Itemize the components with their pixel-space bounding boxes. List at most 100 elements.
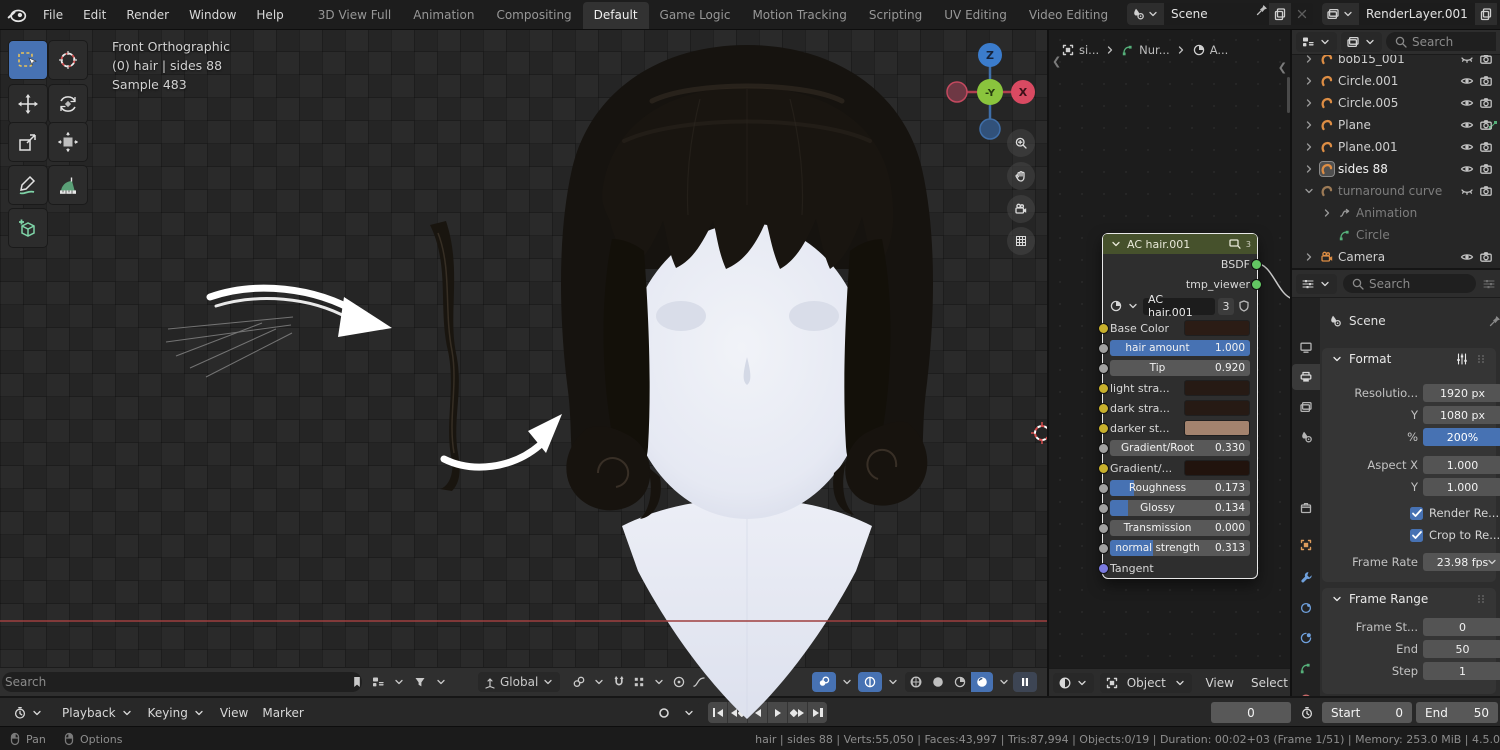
shader-editor[interactable]: ❮ si... Nur... A... ❮ AC hair.001 3 BSDF… [1047, 29, 1292, 696]
ortho-toggle-button[interactable] [1007, 227, 1035, 255]
hide-in-viewport-toggle[interactable] [1460, 250, 1474, 264]
keying-dropdown[interactable] [677, 703, 701, 723]
value-field[interactable]: 1 [1423, 662, 1500, 680]
menu-file[interactable]: File [34, 4, 72, 26]
tool-move[interactable] [8, 84, 48, 124]
menu-select[interactable]: Select [1247, 676, 1292, 690]
chevron-down-icon[interactable] [1109, 237, 1123, 251]
value-field[interactable]: 200% [1423, 428, 1500, 446]
chevron-down-icon[interactable] [840, 675, 854, 689]
shader-type-dropdown[interactable]: Object [1100, 673, 1192, 693]
properties-tab-view-layer[interactable] [1292, 394, 1320, 420]
chevron-down-icon[interactable] [1126, 299, 1140, 313]
outliner-item-circle[interactable]: Circle [1292, 224, 1500, 246]
zoom-button[interactable] [1007, 129, 1035, 157]
outliner-filter-dropdown[interactable] [1341, 32, 1382, 52]
input-socket[interactable] [1098, 523, 1109, 534]
tool-rotate[interactable] [48, 84, 88, 124]
editor-type-icon[interactable] [371, 675, 385, 689]
display-mode-dropdown[interactable] [1296, 32, 1337, 52]
value-field[interactable]: 50 [1423, 640, 1500, 658]
pin-icon[interactable] [1488, 314, 1500, 328]
next-keyframe-button[interactable] [788, 702, 807, 723]
gizmo-toggle[interactable] [812, 672, 836, 692]
menu-help[interactable]: Help [247, 4, 292, 26]
expand-icon[interactable] [1302, 162, 1316, 176]
shading-dropdown-icon[interactable] [997, 672, 1011, 692]
proportional-edit-icon[interactable] [672, 675, 686, 689]
slider-gradient-root[interactable]: Gradient/Root0.330 [1110, 440, 1250, 456]
input-socket[interactable] [1098, 503, 1109, 514]
workspace-tab-video-editing[interactable]: Video Editing [1018, 2, 1119, 29]
timeline-menu-playback[interactable]: Playback [56, 702, 140, 723]
hide-in-viewport-toggle[interactable] [1460, 162, 1474, 176]
checkbox-crop-to-re[interactable]: Crop to Re... [1410, 526, 1500, 544]
color-swatch[interactable] [1184, 320, 1250, 336]
disable-in-renders-toggle[interactable] [1479, 162, 1493, 176]
slider-hair-amount[interactable]: hair amount1.000 [1110, 340, 1250, 356]
slider-glossy[interactable]: Glossy0.134 [1110, 500, 1250, 516]
outliner-item-circle-001[interactable]: Circle.001 [1292, 70, 1500, 92]
node-header[interactable]: AC hair.001 3 [1103, 234, 1257, 254]
color-swatch[interactable] [1184, 380, 1250, 396]
output-socket[interactable] [1251, 259, 1262, 270]
properties-tab-constraints[interactable] [1292, 625, 1320, 651]
input-socket[interactable] [1098, 383, 1109, 394]
grip-icon[interactable] [1474, 592, 1488, 606]
slider-tip[interactable]: Tip0.920 [1110, 360, 1250, 376]
hide-in-viewport-toggle[interactable] [1460, 74, 1474, 88]
chevron-down-icon[interactable] [1330, 352, 1344, 366]
shading-solid-button[interactable] [927, 672, 949, 692]
input-socket[interactable] [1098, 343, 1109, 354]
properties-tab-object[interactable] [1292, 532, 1320, 558]
properties-tab-world[interactable] [1292, 455, 1320, 481]
jump-to-start-button[interactable] [708, 702, 727, 723]
disable-in-renders-toggle[interactable] [1479, 184, 1493, 198]
snap-target-icon[interactable] [572, 675, 586, 689]
browse-scene-button[interactable] [1127, 3, 1164, 25]
menu-view[interactable]: View [1198, 676, 1240, 690]
pan-button[interactable] [1007, 162, 1035, 190]
collapse-region-icon[interactable]: ❮ [1278, 61, 1287, 74]
input-socket[interactable] [1098, 323, 1109, 334]
workspace-tab-uv-editing[interactable]: UV Editing [933, 2, 1018, 29]
timeline-menu-view[interactable]: View [214, 702, 254, 723]
frame-start-field[interactable]: Start0 [1322, 702, 1412, 723]
workspace-tab-animation[interactable]: Animation [402, 2, 485, 29]
view-layer-name[interactable]: RenderLayer.001 [1359, 3, 1475, 25]
pause-render-button[interactable] [1013, 672, 1037, 692]
outliner-item-circle-005[interactable]: Circle.005 [1292, 92, 1500, 114]
camera-view-button[interactable] [1007, 195, 1035, 223]
disable-in-renders-toggle[interactable] [1479, 74, 1493, 88]
properties-tab-material[interactable] [1292, 687, 1320, 696]
slider-roughness[interactable]: Roughness0.173 [1110, 480, 1250, 496]
grip-icon[interactable] [1474, 352, 1488, 366]
scene-name[interactable]: Scene [1164, 3, 1255, 25]
prev-keyframe-button[interactable] [728, 702, 747, 723]
3d-viewport[interactable]: Front Orthographic (0) hair | sides 88 S… [0, 29, 1047, 696]
input-socket[interactable] [1098, 443, 1109, 454]
outliner-item-sides-88[interactable]: sides 88 [1292, 158, 1500, 180]
input-socket[interactable] [1098, 423, 1109, 434]
properties-editor[interactable]: Search Scene Format Resolutio...1920 pxY… [1292, 268, 1500, 696]
hide-in-viewport-toggle[interactable] [1460, 140, 1474, 154]
value-field[interactable]: 1.000 [1423, 456, 1500, 474]
disable-in-renders-toggle[interactable] [1479, 118, 1493, 132]
input-socket[interactable] [1098, 403, 1109, 414]
tool-scale[interactable] [8, 122, 48, 162]
outliner-item-plane-001[interactable]: Plane.001 [1292, 136, 1500, 158]
input-socket[interactable] [1098, 463, 1109, 474]
snap-icon[interactable] [612, 675, 626, 689]
frame-rate-dropdown[interactable]: 23.98 fps [1423, 553, 1500, 571]
outliner-search-input[interactable]: Search [1386, 32, 1496, 51]
properties-tab-output[interactable] [1292, 364, 1320, 390]
node-ac-hair[interactable]: AC hair.001 3 BSDFtmp_viewer AC hair.001… [1102, 233, 1258, 579]
properties-tab-object-data[interactable] [1292, 655, 1320, 681]
use-preview-range-button[interactable] [1296, 702, 1318, 723]
chevron-down-icon[interactable] [434, 675, 448, 689]
properties-tab-render[interactable] [1292, 334, 1320, 360]
auto-keying-toggle[interactable] [652, 703, 676, 723]
expand-icon[interactable] [1302, 118, 1316, 132]
filter-icon[interactable] [413, 675, 427, 689]
tool-annotate[interactable] [8, 165, 48, 205]
